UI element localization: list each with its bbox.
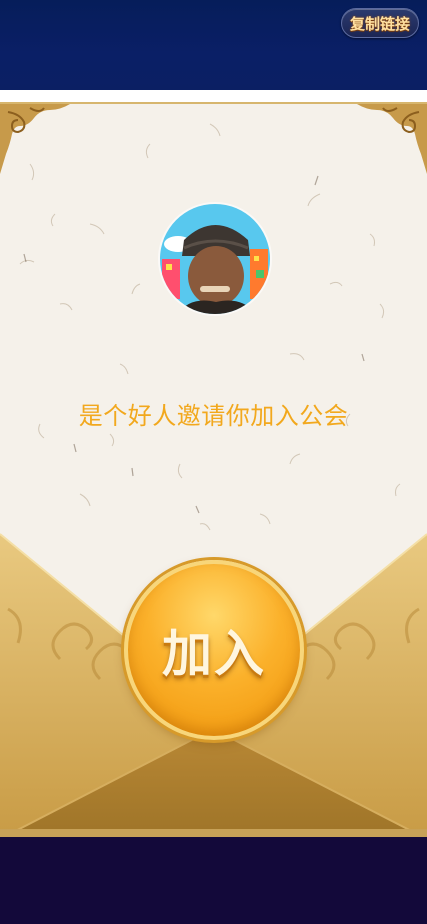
copy-link-label: 复制链接 — [349, 14, 410, 33]
invite-message: 是个好人邀请你加入公会 — [78, 402, 349, 430]
join-label: 加入 — [162, 625, 266, 683]
divider-strip — [0, 90, 427, 102]
top-bar: 复制链接 — [0, 0, 427, 90]
copy-link-button[interactable]: 复制链接 — [340, 8, 419, 38]
ornament-corner-right — [357, 104, 427, 174]
ornament-corner-left — [0, 104, 70, 174]
join-button[interactable]: 加入 — [124, 560, 304, 740]
invitation-card: 是个好人邀请你加入公会 加入 — [0, 102, 427, 837]
bottom-bar — [0, 837, 427, 924]
user-avatar — [160, 204, 270, 314]
